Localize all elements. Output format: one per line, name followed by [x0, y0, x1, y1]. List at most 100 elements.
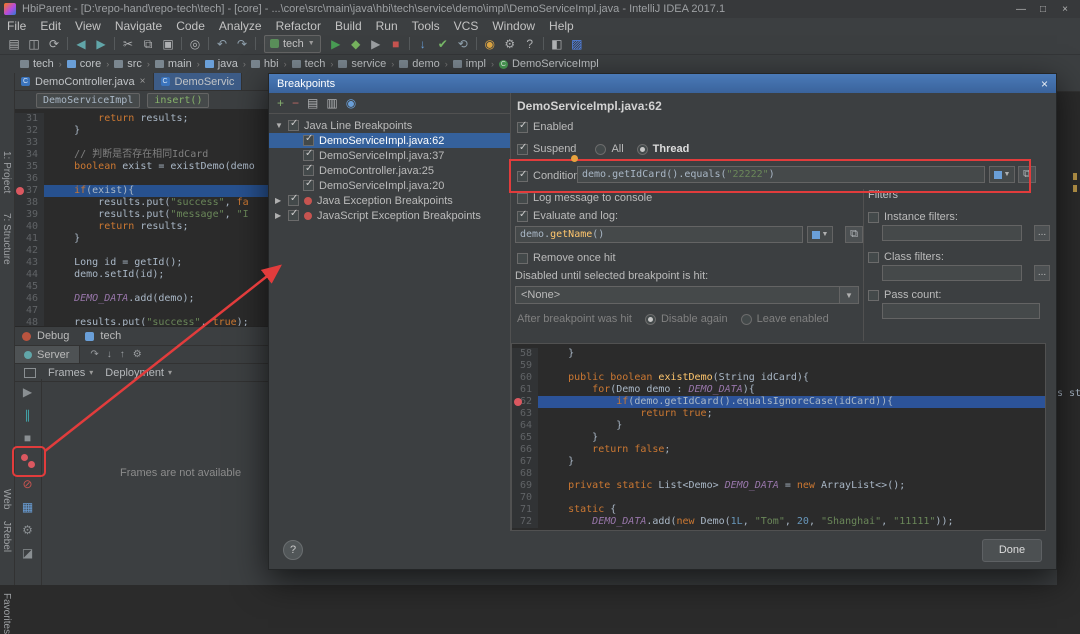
search-everywhere-icon[interactable]: ◉ — [480, 34, 500, 54]
settings-icon[interactable]: ⚙ — [21, 523, 35, 537]
code-line[interactable]: 69 private static List<Demo> DEMO_DATA =… — [512, 480, 1045, 492]
breakpoint-item[interactable]: DemoServiceImpl.java:62 — [269, 133, 510, 148]
coverage-icon[interactable]: ▶ — [366, 34, 386, 54]
enabled-checkbox[interactable] — [517, 120, 528, 133]
filter-checkbox[interactable] — [868, 251, 879, 263]
stop-icon[interactable]: ■ — [21, 431, 35, 445]
condition-history-button[interactable]: ▼ — [989, 166, 1015, 183]
sync-icon[interactable]: ⟳ — [44, 34, 64, 54]
tool-stripe-web[interactable]: Web — [1, 489, 12, 509]
server-tab[interactable]: Server — [14, 346, 81, 363]
line-number-gutter[interactable]: 36 — [14, 173, 44, 185]
group-checkbox[interactable] — [288, 193, 299, 206]
run-icon[interactable]: ▶ — [326, 34, 346, 54]
vcs-update-icon[interactable]: ↓ — [413, 34, 433, 54]
line-number-gutter[interactable]: 41 — [14, 233, 44, 245]
dialog-close-button[interactable]: × — [1041, 77, 1048, 91]
tool-stripe-favorites[interactable]: Favorites — [1, 593, 12, 634]
redo-icon[interactable]: ↷ — [232, 34, 252, 54]
back-icon[interactable]: ◀ — [71, 34, 91, 54]
code-line[interactable]: 62 if(demo.getIdCard().equalsIgnoreCase(… — [512, 396, 1045, 408]
pin-icon[interactable]: ◪ — [21, 546, 35, 560]
vcs-revert-icon[interactable]: ⟲ — [453, 34, 473, 54]
line-number-gutter[interactable]: 45 — [14, 281, 44, 293]
breakpoint-checkbox[interactable] — [303, 178, 314, 191]
open-icon[interactable]: ▤ — [4, 34, 24, 54]
tool-stripe-project[interactable]: 1: Project — [1, 151, 12, 193]
restore-layout-icon[interactable]: ▦ — [21, 500, 35, 514]
menu-help[interactable]: Help — [542, 19, 581, 33]
filter-field[interactable] — [882, 225, 1022, 241]
evaluate-expand-button[interactable]: ⧉ — [845, 226, 863, 243]
breadcrumb-item-DemoServiceImpl[interactable]: C DemoServiceImpl — [498, 58, 599, 70]
line-number-gutter[interactable]: 35 — [14, 161, 44, 173]
editor-tab[interactable]: C DemoController.java × — [14, 73, 154, 90]
save-icon[interactable]: ◫ — [24, 34, 44, 54]
breakpoint-item[interactable]: DemoServiceImpl.java:37 — [269, 148, 510, 163]
mute-breakpoints-icon[interactable]: ⊘ — [21, 477, 35, 491]
copy-icon[interactable]: ⧉ — [138, 34, 158, 54]
breadcrumb-item-tech[interactable]: tech — [20, 58, 54, 70]
evaluate-history-button[interactable]: ▼ — [807, 226, 833, 243]
minimize-button[interactable]: — — [1010, 4, 1032, 15]
breakpoint-item[interactable]: DemoController.java:25 — [269, 163, 510, 178]
breadcrumb-item-tech[interactable]: tech — [291, 58, 325, 70]
cut-icon[interactable]: ✂ — [118, 34, 138, 54]
step-into-icon[interactable]: ↓ — [107, 349, 112, 360]
group-by-class-icon[interactable]: ▥ — [326, 96, 337, 110]
breadcrumb-item-core[interactable]: core — [66, 58, 101, 70]
line-number-gutter[interactable]: 72 — [512, 516, 538, 528]
condition-expand-button[interactable]: ⧉ — [1018, 166, 1036, 183]
line-number-gutter[interactable]: 40 — [14, 221, 44, 233]
breakpoint-checkbox[interactable] — [303, 133, 314, 146]
menu-code[interactable]: Code — [169, 19, 212, 33]
evaluate-field[interactable]: demo. getName() — [515, 226, 803, 243]
toolwindows-icon[interactable]: ◧ — [547, 34, 567, 54]
code-line[interactable]: 65 } — [512, 432, 1045, 444]
settings-icon[interactable]: ⚙ — [500, 34, 520, 54]
line-number-gutter[interactable]: 31 — [14, 113, 44, 125]
nav-chip[interactable]: DemoServiceImpl — [36, 92, 141, 108]
debug-settings-icon[interactable]: ⚙ — [133, 349, 142, 360]
tool-stripe-structure[interactable]: 7: Structure — [1, 213, 12, 265]
nav-chip[interactable]: insert() — [147, 92, 210, 108]
line-number-gutter[interactable]: 43 — [14, 257, 44, 269]
breadcrumb-item-impl[interactable]: impl — [452, 58, 486, 70]
menu-tools[interactable]: Tools — [405, 19, 447, 33]
breakpoint-item[interactable]: DemoServiceImpl.java:20 — [269, 178, 510, 193]
step-out-icon[interactable]: ↑ — [120, 349, 125, 360]
chevron-expanded-icon[interactable]: ▼ — [275, 121, 283, 130]
code-line[interactable]: 61 for(Demo demo : DEMO_DATA){ — [512, 384, 1045, 396]
menu-vcs[interactable]: VCS — [447, 19, 486, 33]
frames-dropdown[interactable]: Frames ▾ — [48, 367, 93, 379]
line-number-gutter[interactable]: 39 — [14, 209, 44, 221]
menu-view[interactable]: View — [68, 19, 108, 33]
line-number-gutter[interactable]: 32 — [14, 125, 44, 137]
menu-refactor[interactable]: Refactor — [269, 19, 328, 33]
add-breakpoint-icon[interactable]: + — [277, 96, 284, 110]
group-by-file-icon[interactable]: ▤ — [307, 96, 318, 110]
menu-file[interactable]: File — [0, 19, 33, 33]
stop-icon[interactable]: ■ — [386, 34, 406, 54]
menu-navigate[interactable]: Navigate — [108, 19, 169, 33]
suspend-all-radio[interactable] — [595, 143, 607, 155]
remove-once-checkbox[interactable] — [517, 252, 528, 264]
remove-breakpoint-icon[interactable]: − — [292, 96, 299, 110]
breakpoint-checkbox[interactable] — [303, 148, 314, 161]
line-number-gutter[interactable]: 33 — [14, 137, 44, 149]
code-line[interactable]: 64 } — [512, 420, 1045, 432]
breakpoint-icon[interactable] — [16, 187, 24, 195]
line-number-gutter[interactable]: 34 — [14, 149, 44, 161]
line-number-gutter[interactable]: 68 — [512, 468, 538, 480]
menu-build[interactable]: Build — [328, 19, 369, 33]
code-line[interactable]: 59 — [512, 360, 1045, 372]
code-line[interactable]: 68 — [512, 468, 1045, 480]
filter-field[interactable] — [882, 303, 1040, 319]
breakpoint-group[interactable]: ▶ Java Exception Breakpoints — [269, 193, 510, 208]
filter-more-button[interactable]: ... — [1034, 225, 1050, 241]
debug-tab[interactable]: Debug — [37, 330, 69, 342]
code-line[interactable]: 58 } — [512, 348, 1045, 360]
breakpoint-group[interactable]: ▼ Java Line Breakpoints — [269, 118, 510, 133]
breadcrumb-item-service[interactable]: service — [338, 58, 386, 70]
step-over-icon[interactable]: ↷ — [90, 349, 98, 360]
